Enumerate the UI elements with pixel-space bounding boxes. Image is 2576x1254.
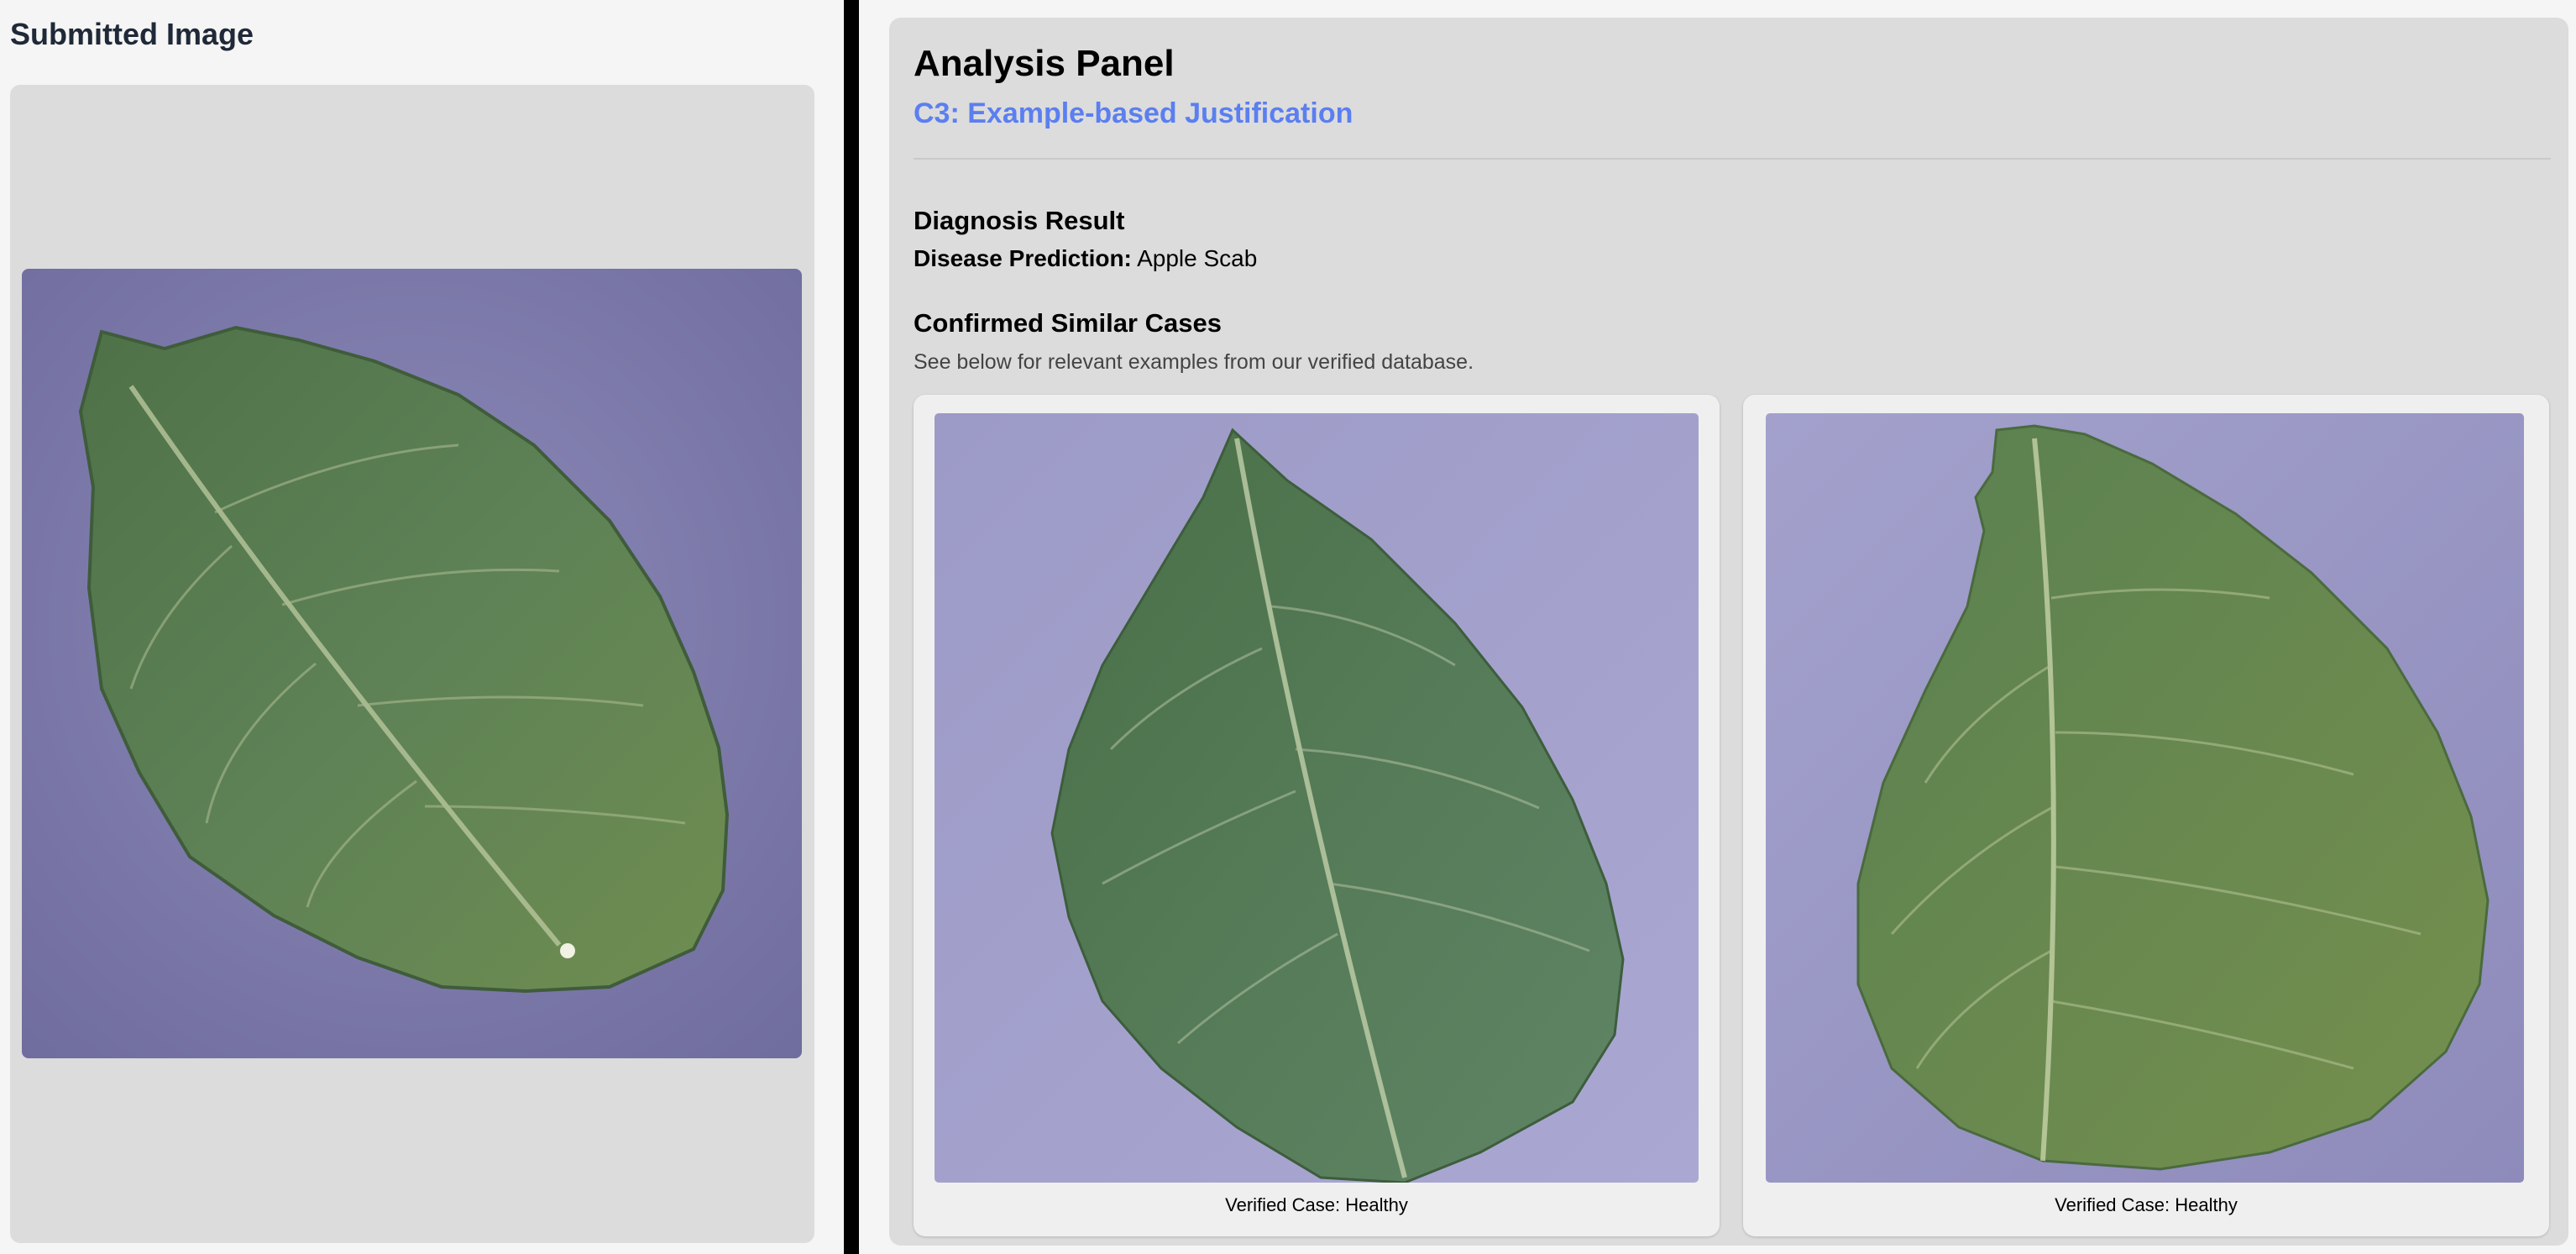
- case-caption: Verified Case: Healthy: [2055, 1194, 2238, 1215]
- prediction-label: Disease Prediction:: [914, 245, 1132, 271]
- section-divider: [914, 158, 2551, 160]
- similar-case-card: Verified Case: Healthy: [914, 395, 1720, 1236]
- submitted-image-column: Submitted Image: [0, 0, 844, 1254]
- similar-cases-description: See below for relevant examples from our…: [914, 350, 1474, 374]
- disease-prediction: Disease Prediction: Apple Scab: [914, 245, 1257, 272]
- submitted-leaf-illustration: [22, 269, 802, 1058]
- diagnosis-heading: Diagnosis Result: [914, 206, 1125, 235]
- case-leaf-image: [935, 413, 1699, 1183]
- submitted-image-frame: [10, 85, 814, 1243]
- analysis-column: Analysis Panel C3: Example-based Justifi…: [859, 0, 2576, 1254]
- case-leaf-illustration: [935, 413, 1699, 1183]
- submitted-image-title: Submitted Image: [10, 17, 254, 51]
- panel-title: Analysis Panel: [914, 43, 1175, 84]
- case-caption: Verified Case: Healthy: [1225, 1194, 1408, 1215]
- similar-case-card: Verified Case: Healthy: [1743, 395, 2549, 1236]
- similar-cases-heading: Confirmed Similar Cases: [914, 308, 1222, 338]
- prediction-value: Apple Scab: [1137, 245, 1258, 271]
- panel-subtitle: C3: Example-based Justification: [914, 97, 1353, 129]
- case-leaf-illustration: [1766, 413, 2524, 1183]
- case-leaf-image: [1766, 413, 2524, 1183]
- panel-divider[interactable]: [844, 0, 859, 1254]
- submitted-leaf-image: [22, 269, 802, 1058]
- analysis-panel: Analysis Panel C3: Example-based Justifi…: [889, 18, 2568, 1246]
